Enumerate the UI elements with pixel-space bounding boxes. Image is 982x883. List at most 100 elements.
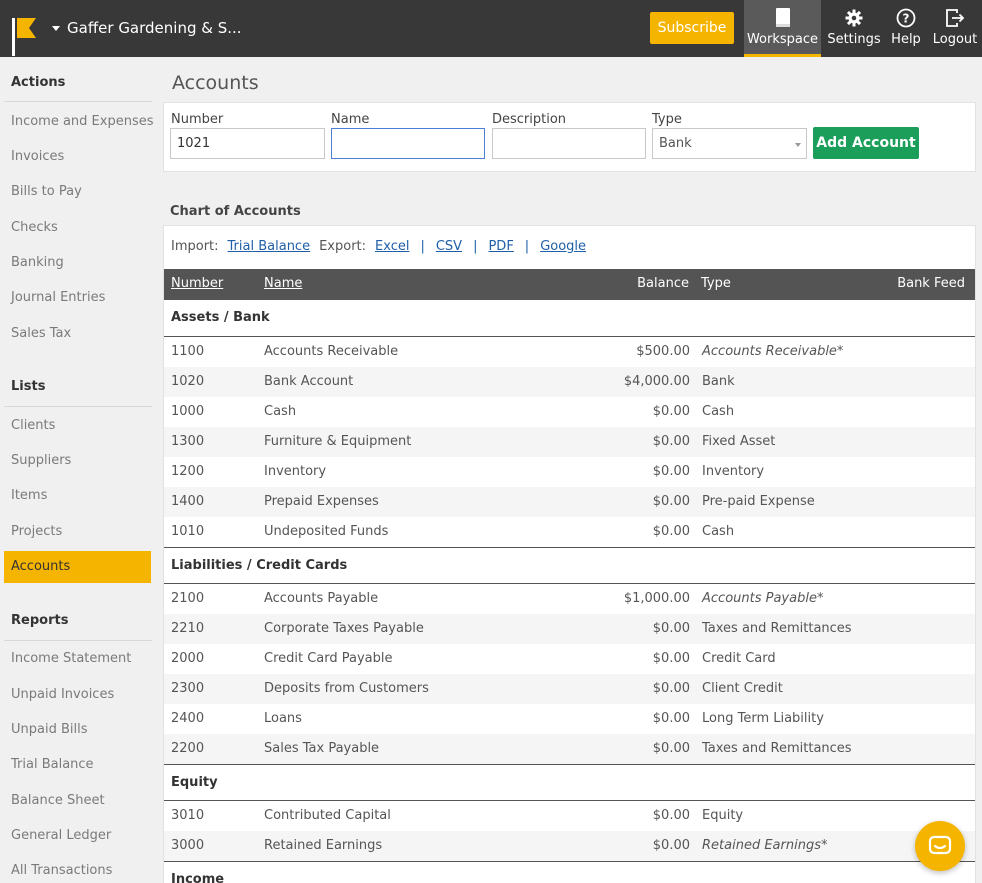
account-name: Accounts Receivable — [264, 344, 399, 359]
import-export-bar: Import: Trial Balance Export: Excel | CS… — [171, 239, 586, 254]
company-switcher[interactable]: Gaffer Gardening & S... — [52, 19, 242, 37]
account-type: Taxes and Remittances — [702, 741, 852, 756]
account-type: Taxes and Remittances — [702, 621, 852, 636]
table-row[interactable]: 1100 Accounts Receivable $500.00 Accounts R… — [164, 337, 975, 367]
app-logo[interactable] — [12, 18, 38, 56]
accounts-table: Assets / Bank 1100 Accounts Receivable $500… — [164, 300, 975, 883]
help-icon: ? — [896, 7, 916, 29]
table-row[interactable]: 1200 Inventory $0.00 Inventory — [164, 457, 975, 487]
account-name: Prepaid Expenses — [264, 494, 379, 509]
add-account-button[interactable]: Add Account — [813, 127, 919, 159]
chevron-down-icon — [52, 25, 60, 31]
sidebar-item-projects[interactable]: Projects — [11, 524, 62, 539]
account-type: Accounts Receivable* — [702, 344, 844, 359]
table-row[interactable]: 1020 Bank Account $4,000.00 Bank — [164, 367, 975, 397]
table-row[interactable]: 2210 Corporate Taxes Payable $0.00 Taxes an… — [164, 614, 975, 644]
table-row[interactable]: 2200 Sales Tax Payable $0.00 Taxes and Remi… — [164, 734, 975, 764]
column-type: Type — [701, 276, 731, 291]
account-type: Equity — [702, 808, 744, 823]
sidebar-item-balance-sheet[interactable]: Balance Sheet — [11, 793, 105, 808]
nav-logout[interactable]: Logout — [930, 0, 980, 57]
account-name: Sales Tax Payable — [264, 741, 380, 756]
account-name: Retained Earnings — [264, 838, 383, 853]
nav-help-label: Help — [891, 32, 921, 47]
account-balance: $0.00 — [652, 524, 690, 539]
number-field[interactable] — [170, 128, 325, 159]
export-pdf-link[interactable]: PDF — [488, 239, 513, 254]
account-number: 2000 — [171, 651, 205, 666]
account-number: 1200 — [171, 464, 205, 479]
sidebar-item-clients[interactable]: Clients — [11, 418, 55, 433]
account-name: Accounts Payable — [264, 591, 379, 606]
table-row[interactable]: 3010 Contributed Capital $0.00 Equity — [164, 801, 975, 831]
nav-workspace[interactable]: Workspace — [744, 0, 821, 57]
logout-icon — [945, 7, 965, 29]
table-row[interactable]: 2100 Accounts Payable $1,000.00 Accounts Pa… — [164, 584, 975, 614]
nav-settings[interactable]: Settings — [826, 0, 882, 57]
sidebar: Actions Income and Expenses Invoices Bil… — [0, 57, 160, 883]
account-group-header: Equity — [164, 764, 975, 801]
account-number: 1020 — [171, 374, 205, 389]
type-select[interactable]: Bank — [652, 128, 807, 159]
sidebar-item-items[interactable]: Items — [11, 488, 47, 503]
sidebar-item-bills-to-pay[interactable]: Bills to Pay — [11, 184, 82, 199]
account-type: Bank — [702, 374, 735, 389]
export-google-link[interactable]: Google — [540, 239, 586, 254]
table-row[interactable]: 1010 Undeposited Funds $0.00 Cash — [164, 517, 975, 547]
name-field[interactable] — [331, 128, 485, 159]
export-csv-link[interactable]: CSV — [436, 239, 462, 254]
sidebar-heading-reports: Reports — [11, 613, 69, 628]
account-type: Cash — [702, 524, 735, 539]
svg-text:?: ? — [903, 12, 910, 26]
import-trial-balance-link[interactable]: Trial Balance — [228, 239, 311, 254]
table-row[interactable]: 1400 Prepaid Expenses $0.00 Pre-paid Expens… — [164, 487, 975, 517]
subscribe-button[interactable]: Subscribe — [650, 12, 734, 44]
sidebar-item-general-ledger[interactable]: General Ledger — [11, 828, 111, 843]
sidebar-item-unpaid-bills[interactable]: Unpaid Bills — [11, 722, 88, 737]
account-number: 1000 — [171, 404, 205, 419]
sidebar-item-checks[interactable]: Checks — [11, 220, 58, 235]
account-number: 3010 — [171, 808, 205, 823]
table-row[interactable]: 1300 Furniture & Equipment $0.00 Fixed Asse… — [164, 427, 975, 457]
chat-icon — [928, 835, 952, 855]
account-type: Retained Earnings* — [702, 838, 828, 853]
sidebar-item-all-transactions[interactable]: All Transactions — [11, 863, 112, 878]
sidebar-item-unpaid-invoices[interactable]: Unpaid Invoices — [11, 687, 114, 702]
table-row[interactable]: 1000 Cash $0.00 Cash — [164, 397, 975, 427]
account-group-title: Assets / Bank — [171, 310, 270, 325]
sidebar-item-trial-balance[interactable]: Trial Balance — [11, 757, 94, 772]
sidebar-item-banking[interactable]: Banking — [11, 255, 64, 270]
chat-launcher-button[interactable] — [915, 821, 965, 871]
sidebar-item-suppliers[interactable]: Suppliers — [11, 453, 71, 468]
account-balance: $4,000.00 — [623, 374, 690, 389]
column-number[interactable]: Number — [171, 276, 223, 291]
account-number: 1400 — [171, 494, 205, 509]
table-row[interactable]: 2000 Credit Card Payable $0.00 Credit Card — [164, 644, 975, 674]
column-name[interactable]: Name — [264, 276, 302, 291]
sidebar-item-accounts[interactable]: Accounts — [4, 551, 151, 583]
table-row[interactable]: 2400 Loans $0.00 Long Term Liability — [164, 704, 975, 734]
sidebar-item-sales-tax[interactable]: Sales Tax — [11, 326, 71, 341]
account-type: Inventory — [702, 464, 765, 479]
account-name: Cash — [264, 404, 297, 419]
nav-workspace-label: Workspace — [746, 32, 819, 47]
sidebar-item-income-and-expenses[interactable]: Income and Expenses — [11, 114, 154, 129]
nav-help[interactable]: ? Help — [886, 0, 926, 57]
account-group-header: Income — [164, 861, 975, 883]
account-number: 2210 — [171, 621, 205, 636]
sidebar-item-income-statement[interactable]: Income Statement — [11, 651, 131, 666]
account-balance: $0.00 — [652, 494, 690, 509]
account-name: Deposits from Customers — [264, 681, 429, 696]
name-label: Name — [331, 112, 370, 127]
type-select-value: Bank — [659, 136, 692, 151]
table-row[interactable]: 2300 Deposits from Customers $0.00 Client C… — [164, 674, 975, 704]
export-excel-link[interactable]: Excel — [375, 239, 409, 254]
description-field[interactable] — [492, 128, 646, 159]
sidebar-item-journal-entries[interactable]: Journal Entries — [11, 290, 105, 305]
sidebar-item-invoices[interactable]: Invoices — [11, 149, 64, 164]
account-name: Undeposited Funds — [264, 524, 389, 539]
account-name: Contributed Capital — [264, 808, 391, 823]
table-row[interactable]: 3000 Retained Earnings $0.00 Retained Earni… — [164, 831, 975, 861]
account-number: 2200 — [171, 741, 205, 756]
account-number: 2400 — [171, 711, 205, 726]
